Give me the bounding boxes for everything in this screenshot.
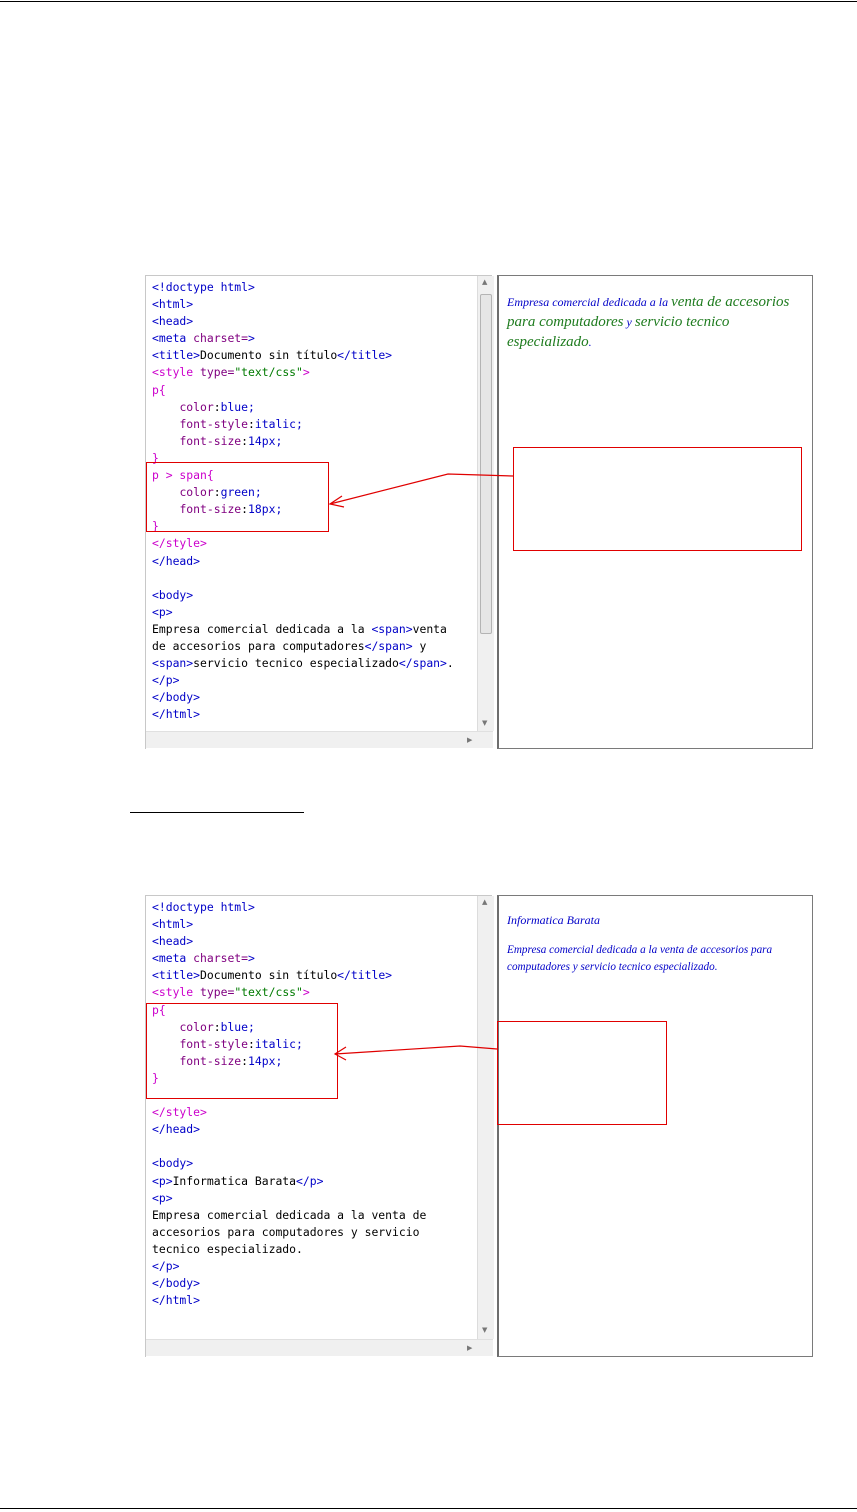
page-bottom-rule [0, 1508, 857, 1509]
annotation-arrow-1 [329, 473, 514, 505]
annotation-arrow-2 [334, 1045, 498, 1055]
annotation-arrows [328, 473, 514, 1061]
